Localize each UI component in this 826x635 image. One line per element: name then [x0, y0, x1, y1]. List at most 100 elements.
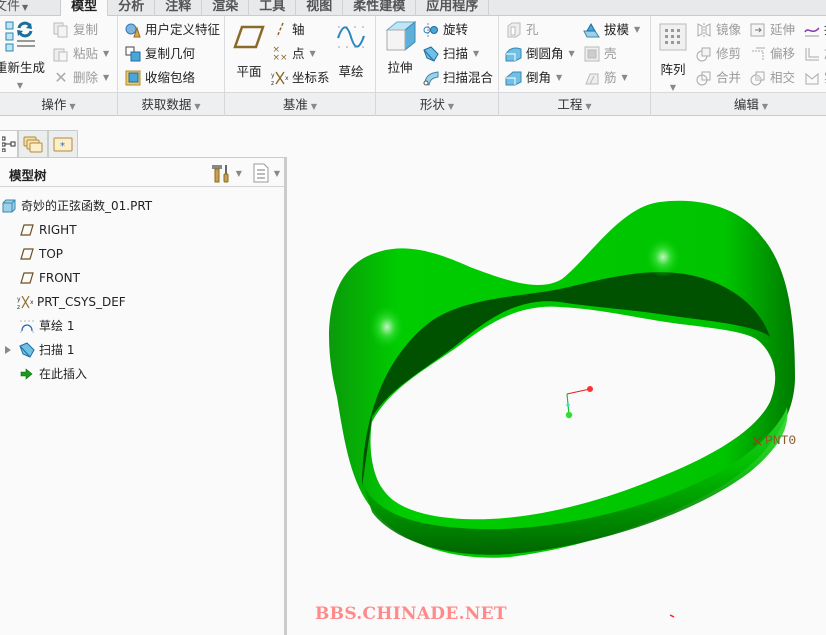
sketch-button[interactable]: 草绘 — [333, 24, 369, 80]
extrude-icon — [385, 20, 417, 52]
group-label-get-data[interactable]: 获取数据 ▼ — [118, 93, 225, 116]
extend-button[interactable]: 延伸 — [749, 20, 795, 40]
group-label-shapes[interactable]: 形状 ▼ — [376, 93, 499, 116]
sweep-button[interactable]: 扫描 ▼ — [422, 44, 479, 64]
tree-node-csys[interactable]: yzx PRT_CSYS_DEF — [0, 290, 284, 314]
model-tree-toolbar: ▼ ▼ — [211, 163, 280, 183]
copy-geometry-button[interactable]: 复制几何 — [124, 44, 195, 64]
group-label-datum[interactable]: 基准 ▼ — [225, 93, 376, 116]
tree-node-sweep[interactable]: 扫描 1 — [0, 338, 284, 362]
datum-point-button[interactable]: × ×× 点 ▼ — [271, 44, 316, 64]
mirror-button[interactable]: 镜像 — [695, 20, 741, 40]
hole-button[interactable]: 孔 — [505, 20, 539, 40]
tree-node-top-plane[interactable]: TOP — [0, 242, 284, 266]
draft-button[interactable]: 拔模 ▼ — [583, 20, 640, 40]
offset-icon — [749, 46, 767, 62]
tab-analysis[interactable]: 分析 — [108, 0, 156, 16]
caret-down-icon: ▼ — [309, 49, 316, 58]
chamfer-button[interactable]: 倒角 ▼ — [505, 68, 562, 88]
tree-node-insert-here[interactable]: 在此插入 — [0, 362, 284, 386]
datum-axis-icon — [271, 22, 289, 38]
group-label-engineering[interactable]: 工程 ▼ — [499, 93, 651, 116]
revolve-icon — [422, 22, 440, 38]
tab-model[interactable]: 模型 — [60, 0, 109, 17]
tree-node-front-plane[interactable]: FRONT — [0, 266, 284, 290]
tab-file[interactable]: 文件 ▼ — [0, 0, 34, 16]
project-icon — [803, 22, 821, 38]
sine-band-model — [329, 200, 795, 618]
datum-axis-button[interactable]: 轴 — [271, 20, 305, 40]
delete-button[interactable]: ✕ 删除 ▼ — [52, 68, 109, 88]
regenerate-icon — [5, 21, 35, 52]
tab-render[interactable]: 渲染 — [202, 0, 250, 16]
expand-arrow-icon[interactable] — [5, 346, 11, 354]
pattern-button[interactable]: 阵列 ▼ — [655, 22, 691, 93]
highlight-right — [645, 237, 681, 277]
model-tree-title: 模型树 — [9, 168, 47, 183]
round-button[interactable]: 倒圆角 ▼ — [505, 44, 575, 64]
tab-folder-browser[interactable] — [18, 130, 48, 157]
datum-point-label: PNT0 — [765, 433, 797, 448]
swept-blend-button[interactable]: 扫描混合 — [422, 68, 493, 88]
tree-node-sketch[interactable]: 草绘 1 — [0, 314, 284, 338]
revolve-button[interactable]: 旋转 — [422, 20, 468, 40]
paste-button[interactable]: 粘贴 ▼ — [52, 44, 109, 64]
trim-button[interactable]: 修剪 — [695, 44, 741, 64]
mirror-icon — [695, 22, 713, 38]
datum-point-icon: × ×× — [272, 45, 288, 63]
swept-blend-icon — [422, 70, 440, 86]
intersect-button[interactable]: 相交 — [749, 68, 795, 88]
offset-button[interactable]: 偏移 — [749, 44, 795, 64]
sketch-icon — [337, 26, 365, 48]
tab-model-tree[interactable] — [0, 130, 18, 157]
tree-node-part[interactable]: 奇妙的正弦函数_01.PRT — [0, 194, 284, 218]
rib-button[interactable]: 筋 ▼ — [583, 68, 628, 88]
settings-tools-button[interactable]: ▼ — [211, 163, 242, 183]
tab-tools[interactable]: 工具 — [249, 0, 297, 16]
regenerate-button[interactable]: 重新生成 ▼ — [0, 20, 46, 91]
group-label-editing[interactable]: 编辑 ▼ — [651, 93, 826, 116]
favorites-folder-icon: * — [53, 137, 73, 152]
caret-down-icon: ▼ — [585, 102, 592, 111]
coordinate-system-button[interactable]: yzx 坐标系 — [271, 68, 330, 88]
copy-button[interactable]: 复制 — [52, 20, 98, 40]
shell-button[interactable]: 壳 — [583, 44, 617, 64]
tab-view[interactable]: 视图 — [296, 0, 344, 16]
draft-icon — [583, 22, 601, 38]
tab-flexible-modeling[interactable]: 柔性建模 — [343, 0, 417, 16]
datum-plane-icon — [19, 246, 35, 262]
datum-plane-icon — [19, 270, 35, 286]
tree-node-right-plane[interactable]: RIGHT — [0, 218, 284, 242]
model-tree: 奇妙的正弦函数_01.PRT RIGHT TOP FRONT yzx PRT_C… — [0, 194, 284, 386]
thicken-button[interactable]: 加 — [803, 44, 826, 64]
merge-button[interactable]: 合并 — [695, 68, 741, 88]
svg-text:z: z — [17, 304, 20, 310]
shrinkwrap-button[interactable]: 收缩包络 — [124, 68, 195, 88]
model-tree-header: 模型树 ▼ ▼ — [0, 158, 284, 187]
part-icon — [1, 198, 17, 214]
svg-text:y: y — [271, 72, 275, 79]
show-options-button[interactable]: ▼ — [253, 163, 280, 183]
caret-down-icon: ▼ — [761, 102, 769, 111]
tab-applications[interactable]: 应用程序 — [416, 0, 490, 16]
group-operations: 重新生成 ▼ 复制 粘贴 ▼ ✕ 删除 ▼ — [0, 16, 118, 92]
trim-icon — [695, 46, 713, 62]
extrude-button[interactable]: 拉伸 — [380, 20, 420, 76]
user-defined-feature-button[interactable]: 用户定义特征 — [124, 20, 220, 40]
intersect-icon — [749, 70, 767, 86]
ribbon: 重新生成 ▼ 复制 粘贴 ▼ ✕ 删除 ▼ 用户定义特征 复制几何 收缩包络 平… — [0, 16, 826, 92]
svg-text:y: y — [17, 296, 21, 303]
group-label-operations[interactable]: 操作 ▼ — [0, 93, 118, 116]
graphics-viewport[interactable]: PNT0 BBS.CHINADE.NET — [290, 117, 826, 635]
pattern-icon — [659, 23, 687, 51]
tab-annotate[interactable]: 注释 — [155, 0, 203, 16]
group-get-data: 用户定义特征 复制几何 收缩包络 — [118, 16, 225, 92]
tab-favorites[interactable]: * — [48, 130, 78, 157]
datum-plane-button[interactable]: 平面 — [231, 24, 267, 80]
project-button[interactable]: 投 — [803, 20, 826, 40]
solidify-button[interactable]: 实 — [803, 68, 826, 88]
caret-down-icon: ▼ — [621, 73, 628, 82]
caret-down-icon: ▼ — [194, 102, 201, 111]
folder-browser-icon — [23, 136, 43, 153]
ribbon-group-labels: 操作 ▼ 获取数据 ▼ 基准 ▼ 形状 ▼ 工程 ▼ 编辑 ▼ — [0, 92, 826, 116]
